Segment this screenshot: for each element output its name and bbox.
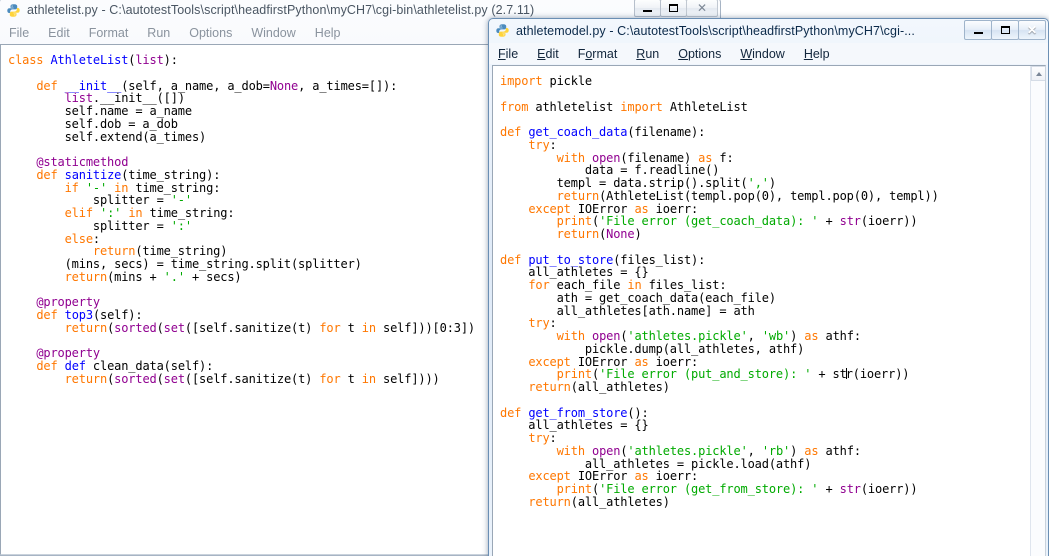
minimize-button[interactable] [634, 0, 661, 17]
editor-athletemodel[interactable]: import pickle from athletelist import At… [492, 65, 1046, 556]
menu-options[interactable]: Options [189, 26, 232, 40]
python-idle-icon [6, 3, 21, 18]
window-title-athletemodel: athletemodel.py - C:\autotestTools\scrip… [516, 23, 915, 38]
desktop: athletelist.py - C:\autotestTools\script… [0, 0, 1049, 556]
menu-format[interactable]: Format [578, 47, 618, 61]
menu-edit[interactable]: Edit [537, 47, 559, 61]
menu-run[interactable]: Run [636, 47, 659, 61]
menu-file[interactable]: File [498, 47, 518, 61]
python-idle-icon [495, 23, 510, 38]
menu-options[interactable]: Options [678, 47, 721, 61]
window-athletemodel[interactable]: athletemodel.py - C:\autotestTools\scrip… [488, 18, 1049, 556]
menu-window[interactable]: Window [251, 26, 295, 40]
menu-edit[interactable]: Edit [48, 26, 70, 40]
menu-window[interactable]: Window [740, 47, 784, 61]
code-athletemodel[interactable]: import pickle from athletelist import At… [500, 75, 939, 509]
close-button[interactable]: ✕ [1018, 20, 1046, 40]
maximize-button[interactable] [991, 20, 1019, 40]
window-title-athletelist: athletelist.py - C:\autotestTools\script… [27, 3, 535, 17]
code-athletelist[interactable]: class AthleteList(list): def __init__(se… [8, 54, 475, 386]
close-button[interactable]: ✕ [686, 0, 718, 17]
window-buttons-athletemodel[interactable]: ✕ [964, 20, 1046, 40]
scrollbar-track[interactable] [1031, 81, 1045, 556]
titlebar-athletemodel[interactable]: athletemodel.py - C:\autotestTools\scrip… [488, 18, 1049, 43]
scroll-up-arrow[interactable] [1031, 66, 1045, 81]
vertical-scrollbar[interactable] [1030, 66, 1045, 556]
menu-file[interactable]: File [9, 26, 29, 40]
menu-format[interactable]: Format [89, 26, 129, 40]
minimize-button[interactable] [964, 20, 992, 40]
menubar-athletemodel[interactable]: File Edit Format Run Options Window Help [489, 43, 1048, 64]
menu-run[interactable]: Run [147, 26, 170, 40]
menu-help[interactable]: Help [804, 47, 830, 61]
menu-help[interactable]: Help [315, 26, 341, 40]
maximize-button[interactable] [660, 0, 687, 17]
window-buttons-athletelist[interactable]: ✕ [634, 0, 718, 17]
